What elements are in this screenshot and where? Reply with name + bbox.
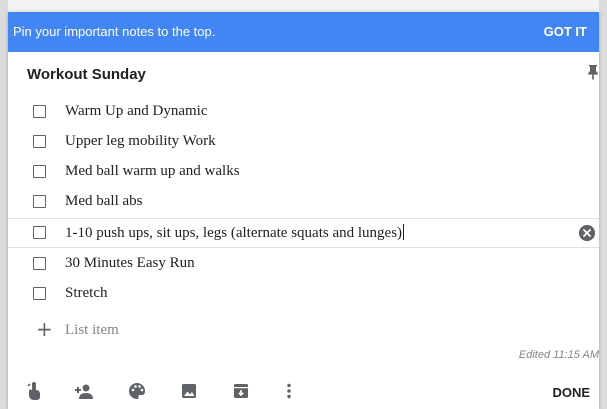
item-label[interactable]: Med ball abs — [65, 193, 142, 210]
image-icon[interactable] — [178, 380, 200, 402]
pin-icon[interactable] — [587, 64, 599, 80]
add-icon: + — [36, 317, 53, 341]
note-toolbar: DONE — [8, 372, 599, 409]
note-editor: Pin your important notes to the top. GOT… — [8, 12, 599, 409]
item-checkbox[interactable] — [33, 165, 46, 178]
got-it-button[interactable]: GOT IT — [544, 22, 587, 41]
item-checkbox[interactable] — [33, 135, 46, 148]
list-item[interactable]: Upper leg mobility Work — [8, 128, 599, 156]
banner-message: Pin your important notes to the top. — [13, 24, 216, 39]
item-checkbox[interactable] — [33, 287, 46, 300]
item-checkbox[interactable] — [33, 105, 46, 118]
reminder-icon[interactable] — [24, 380, 46, 402]
item-label[interactable]: Med ball warm up and walks — [65, 163, 240, 180]
item-label[interactable]: 30 Minutes Easy Run — [65, 255, 195, 272]
item-label-input[interactable]: 1-10 push ups, sit ups, legs (alternate … — [65, 224, 405, 242]
edited-timestamp: Edited 11:15 AM — [518, 349, 599, 361]
pin-tip-banner: Pin your important notes to the top. GOT… — [8, 12, 599, 52]
item-checkbox[interactable] — [33, 257, 46, 270]
item-label[interactable]: Warm Up and Dynamic — [65, 103, 208, 120]
list-item[interactable]: Med ball abs — [8, 188, 599, 216]
color-palette-icon[interactable] — [126, 380, 148, 402]
app-background: Pin your important notes to the top. GOT… — [0, 0, 607, 409]
more-vert-icon[interactable] — [278, 380, 300, 402]
note-title[interactable]: Workout Sunday — [27, 66, 146, 83]
list-item[interactable]: Stretch — [8, 280, 599, 308]
item-checkbox[interactable] — [33, 226, 46, 239]
collaborator-icon[interactable] — [73, 380, 95, 402]
done-button[interactable]: DONE — [552, 385, 590, 400]
list-item[interactable]: 30 Minutes Easy Run — [8, 250, 599, 278]
add-list-item[interactable]: + List item — [8, 317, 599, 345]
text-cursor — [403, 224, 405, 240]
item-checkbox[interactable] — [33, 195, 46, 208]
delete-item-icon[interactable] — [579, 225, 595, 241]
item-label[interactable]: Upper leg mobility Work — [65, 133, 216, 150]
add-list-item-placeholder[interactable]: List item — [65, 322, 119, 339]
list-item[interactable]: Warm Up and Dynamic — [8, 98, 599, 126]
item-label-text: 1-10 push ups, sit ups, legs (alternate … — [65, 225, 403, 241]
list-item-editing[interactable]: 1-10 push ups, sit ups, legs (alternate … — [8, 218, 599, 248]
archive-icon[interactable] — [230, 380, 252, 402]
list-item[interactable]: Med ball warm up and walks — [8, 158, 599, 186]
item-label[interactable]: Stretch — [65, 285, 108, 302]
